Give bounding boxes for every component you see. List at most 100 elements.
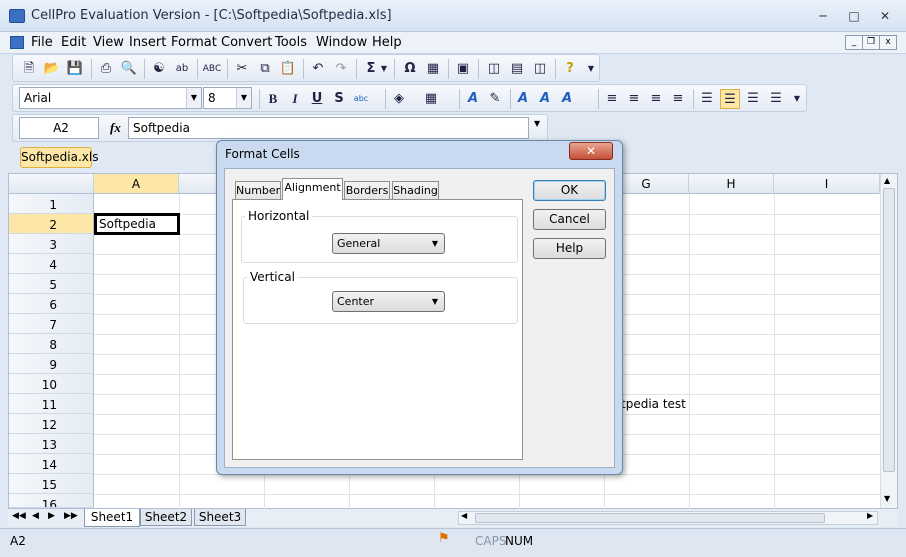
- scroll-right-icon[interactable]: ▶: [867, 511, 873, 520]
- spellcheck-icon[interactable]: ABC: [202, 59, 222, 79]
- menu-view[interactable]: View: [93, 35, 124, 50]
- fill-color-icon[interactable]: ◈: [389, 89, 409, 109]
- vertical-select[interactable]: Center ▼: [332, 291, 445, 312]
- sheet-tab-1[interactable]: Sheet1: [84, 509, 140, 527]
- font-color-icon[interactable]: abc: [351, 89, 371, 109]
- align-left-icon[interactable]: ≡: [602, 89, 622, 109]
- row-header[interactable]: 11: [9, 394, 94, 414]
- redo-icon[interactable]: ↷: [331, 59, 351, 79]
- menu-format[interactable]: Format: [171, 35, 217, 50]
- menu-insert[interactable]: Insert: [129, 35, 166, 50]
- row-header[interactable]: 4: [9, 254, 94, 274]
- italic-icon[interactable]: I: [285, 89, 305, 109]
- text-effects-icon[interactable]: A: [557, 89, 577, 109]
- underline-icon[interactable]: U: [307, 89, 327, 109]
- name-box[interactable]: A2: [19, 117, 99, 139]
- mdi-restore-button[interactable]: ❐: [862, 35, 880, 50]
- ok-button[interactable]: OK: [533, 180, 606, 201]
- save-icon[interactable]: 💾: [65, 59, 85, 79]
- valign-top-icon[interactable]: ☰: [697, 89, 717, 109]
- h-scroll-thumb[interactable]: [475, 513, 825, 523]
- increase-font-icon[interactable]: A: [513, 89, 533, 109]
- row-header[interactable]: 1: [9, 194, 94, 214]
- split-vertical-icon[interactable]: ◫: [530, 59, 550, 79]
- menu-convert[interactable]: Convert: [221, 35, 272, 50]
- last-sheet-icon[interactable]: ▶▶: [64, 511, 78, 521]
- maximize-button[interactable]: □: [841, 8, 867, 24]
- column-header[interactable]: I: [774, 174, 880, 194]
- minimize-button[interactable]: ─: [810, 8, 836, 24]
- copy-icon[interactable]: ⧉: [255, 59, 275, 79]
- print-preview-icon[interactable]: 🔍: [119, 59, 139, 79]
- row-header[interactable]: 3: [9, 234, 94, 254]
- scroll-thumb[interactable]: [883, 188, 895, 472]
- row-header[interactable]: 5: [9, 274, 94, 294]
- bold-icon[interactable]: B: [263, 89, 283, 109]
- font-name-combo[interactable]: Arial ▼: [19, 87, 202, 109]
- row-header[interactable]: 7: [9, 314, 94, 334]
- cut-icon[interactable]: ✂: [232, 59, 252, 79]
- mdi-close-button[interactable]: x: [879, 35, 897, 50]
- cancel-button[interactable]: Cancel: [533, 209, 606, 230]
- toolbar-options-icon[interactable]: ▼: [791, 89, 803, 109]
- paste-icon[interactable]: 📋: [278, 59, 298, 79]
- column-header[interactable]: H: [689, 174, 774, 194]
- format-painter-icon[interactable]: ✎: [485, 89, 505, 109]
- dialog-close-button[interactable]: ✕: [569, 142, 613, 160]
- select-all-corner[interactable]: [9, 174, 94, 194]
- function-icon[interactable]: ▦: [423, 59, 443, 79]
- formula-input[interactable]: Softpedia: [128, 117, 529, 139]
- split-horizontal-icon[interactable]: ▤: [507, 59, 527, 79]
- new-file-icon[interactable]: 🗎: [19, 59, 39, 79]
- menu-tools[interactable]: Tools: [275, 35, 307, 50]
- horizontal-scrollbar[interactable]: ◀ ▶: [458, 511, 878, 525]
- print-icon[interactable]: ⎙: [96, 59, 116, 79]
- close-button[interactable]: ✕: [872, 8, 898, 24]
- help-icon[interactable]: ?: [560, 59, 580, 79]
- chart-icon[interactable]: ▣: [453, 59, 473, 79]
- valign-center-icon[interactable]: ☰: [720, 89, 740, 109]
- justify-icon[interactable]: ≡: [668, 89, 688, 109]
- strikethrough-icon[interactable]: S: [329, 89, 349, 109]
- tab-shading[interactable]: Shading: [392, 181, 439, 200]
- menu-help[interactable]: Help: [372, 35, 402, 50]
- sheet-tab-3[interactable]: Sheet3: [194, 509, 246, 526]
- prev-sheet-icon[interactable]: ◀: [32, 511, 39, 521]
- menu-edit[interactable]: Edit: [61, 35, 86, 50]
- align-center-icon[interactable]: ≡: [624, 89, 644, 109]
- undo-icon[interactable]: ↶: [308, 59, 328, 79]
- row-header[interactable]: 10: [9, 374, 94, 394]
- document-tab[interactable]: Softpedia.xls: [20, 147, 98, 168]
- scroll-left-icon[interactable]: ◀: [461, 511, 467, 520]
- sheet-tab-2[interactable]: Sheet2: [140, 509, 192, 526]
- row-header[interactable]: 9: [9, 354, 94, 374]
- replace-icon[interactable]: ab: [172, 59, 192, 79]
- autosum-icon[interactable]: Σ: [361, 59, 381, 79]
- row-header[interactable]: 8: [9, 334, 94, 354]
- tab-borders[interactable]: Borders: [344, 181, 390, 200]
- fx-icon[interactable]: fx: [110, 120, 121, 136]
- row-header[interactable]: 6: [9, 294, 94, 314]
- decrease-font-icon[interactable]: A: [535, 89, 555, 109]
- symbol-icon[interactable]: Ω: [400, 59, 420, 79]
- menu-window[interactable]: Window: [316, 35, 367, 50]
- tab-alignment[interactable]: Alignment: [282, 178, 343, 200]
- row-header[interactable]: 15: [9, 474, 94, 494]
- open-folder-icon[interactable]: 📂: [42, 59, 62, 79]
- scroll-up-icon[interactable]: ▲: [884, 176, 890, 185]
- freeze-panes-icon[interactable]: ◫: [484, 59, 504, 79]
- row-header[interactable]: 14: [9, 454, 94, 474]
- row-header[interactable]: 13: [9, 434, 94, 454]
- tab-number[interactable]: Number: [235, 181, 281, 200]
- autosum-dropdown-icon[interactable]: ▼: [379, 59, 389, 79]
- mdi-minimize-button[interactable]: _: [845, 35, 863, 50]
- scroll-down-icon[interactable]: ▼: [884, 494, 890, 503]
- vertical-scrollbar[interactable]: ▲ ▼: [880, 174, 897, 508]
- row-header[interactable]: 16: [9, 494, 94, 508]
- wrap-text-icon[interactable]: ☰: [766, 89, 786, 109]
- row-header[interactable]: 2: [9, 214, 94, 234]
- borders-icon[interactable]: ▦: [421, 89, 441, 109]
- font-size-combo[interactable]: 8 ▼: [203, 87, 252, 109]
- toolbar-options-icon[interactable]: ▼: [585, 59, 597, 79]
- cell-a2[interactable]: Softpedia: [94, 213, 180, 235]
